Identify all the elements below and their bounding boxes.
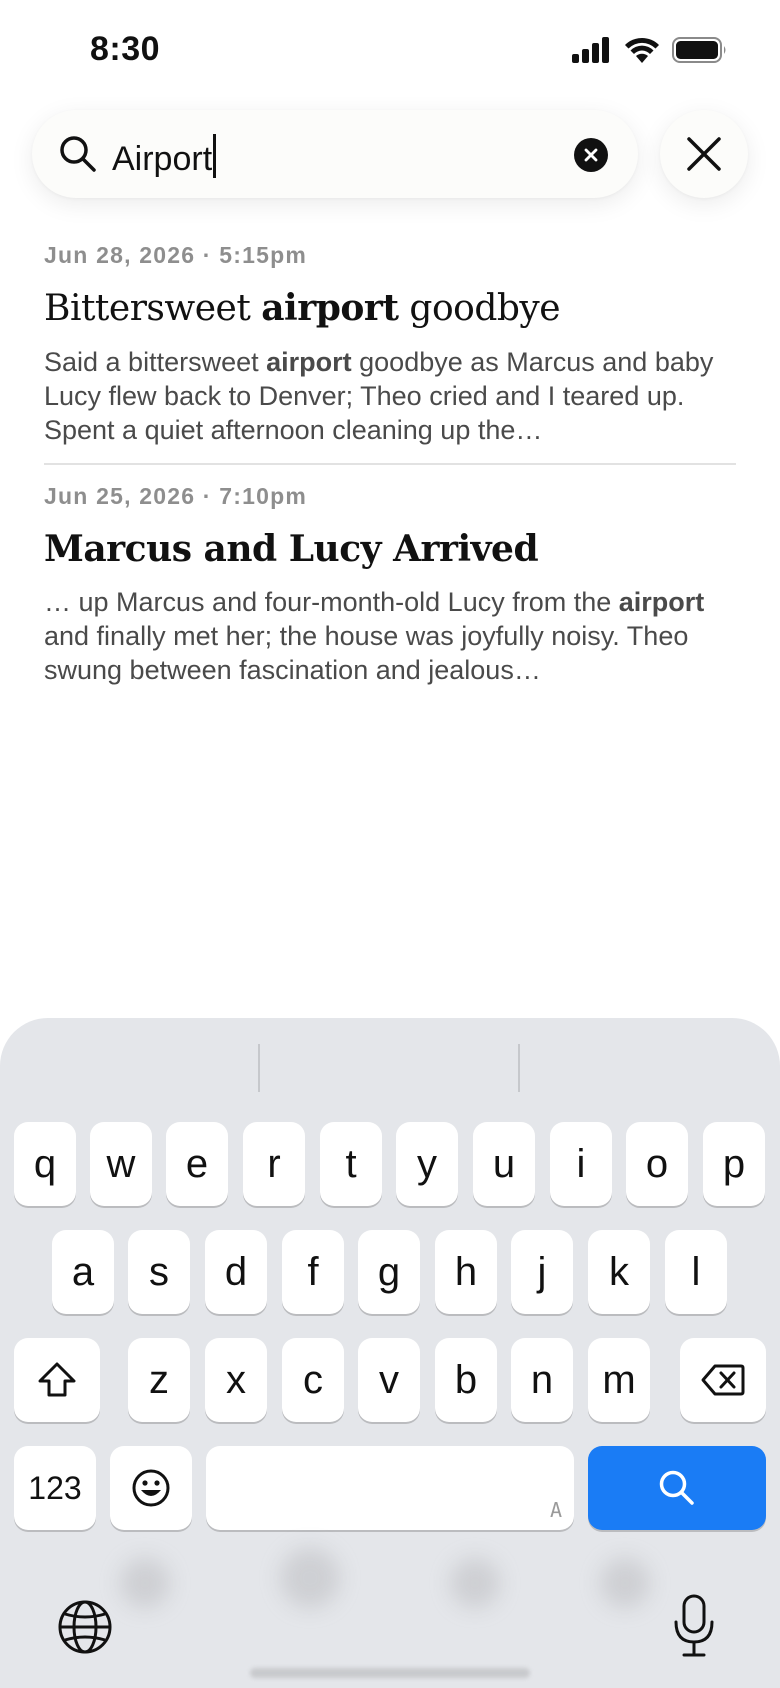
snippet-match: airport (266, 347, 352, 377)
snippet-text: … up Marcus and four-month-old Lucy from… (44, 587, 619, 617)
snippet-text: and finally met her; the house was joyfu… (44, 621, 689, 685)
key-i[interactable]: i (550, 1122, 612, 1206)
key-b[interactable]: b (435, 1338, 497, 1422)
backspace-icon (701, 1364, 745, 1396)
key-k[interactable]: k (588, 1230, 650, 1314)
emoji-icon (132, 1469, 170, 1507)
result-snippet: Said a bittersweet airport goodbye as Ma… (44, 345, 736, 447)
key-u[interactable]: u (473, 1122, 535, 1206)
key-t[interactable]: t (320, 1122, 382, 1206)
key-c[interactable]: c (282, 1338, 344, 1422)
suggestion-bar (0, 1018, 780, 1118)
result-title: Marcus and Lucy Arrived (44, 528, 539, 570)
search-field[interactable]: Airport (32, 110, 638, 198)
home-indicator (250, 1668, 530, 1678)
globe-button[interactable] (56, 1598, 114, 1656)
key-g[interactable]: g (358, 1230, 420, 1314)
close-icon (687, 137, 721, 171)
status-bar: 8:30 (0, 0, 780, 100)
text-caret (213, 134, 217, 178)
search-result-item[interactable]: Jun 25, 2026 · 7:10pm Marcus and Lucy Ar… (44, 463, 736, 703)
key-e[interactable]: e (166, 1122, 228, 1206)
key-n[interactable]: n (511, 1338, 573, 1422)
key-x[interactable]: x (205, 1338, 267, 1422)
keyboard: q w e r t y u i o p a s d f g h j k l z … (0, 1018, 780, 1688)
result-title-text: Bittersweet (44, 288, 262, 329)
suggestion-divider (518, 1044, 520, 1092)
search-input[interactable]: Airport (112, 134, 217, 179)
key-f[interactable]: f (282, 1230, 344, 1314)
search-icon (60, 136, 96, 172)
blurred-shape (120, 1558, 170, 1608)
clear-search-button[interactable] (574, 138, 608, 172)
key-h[interactable]: h (435, 1230, 497, 1314)
key-d[interactable]: d (205, 1230, 267, 1314)
result-snippet: … up Marcus and four-month-old Lucy from… (44, 585, 736, 687)
search-result-item[interactable]: Jun 28, 2026 · 5:15pm Bittersweet airpor… (44, 240, 736, 463)
key-q[interactable]: q (14, 1122, 76, 1206)
key-a[interactable]: a (52, 1230, 114, 1314)
clear-circle-icon (584, 148, 598, 162)
status-time: 8:30 (90, 30, 161, 68)
snippet-match: airport (618, 587, 705, 617)
delete-key[interactable] (680, 1338, 766, 1422)
microphone-icon (674, 1594, 714, 1657)
key-v[interactable]: v (358, 1338, 420, 1422)
shift-icon (38, 1362, 76, 1397)
blurred-shape (600, 1558, 650, 1608)
key-r[interactable]: r (243, 1122, 305, 1206)
blurred-shape (450, 1558, 500, 1608)
result-title-text: goodbye (398, 288, 561, 329)
wifi-icon (625, 37, 659, 63)
result-date: Jun 28, 2026 · 5:15pm (44, 242, 307, 268)
key-w[interactable]: w (90, 1122, 152, 1206)
close-search-button[interactable] (660, 110, 748, 198)
search-icon (659, 1470, 694, 1505)
search-input-value: Airport (112, 140, 213, 178)
key-y[interactable]: y (396, 1122, 458, 1206)
search-area: Airport (0, 96, 780, 214)
key-l[interactable]: l (665, 1230, 727, 1314)
blurred-shape (280, 1548, 340, 1608)
globe-icon (58, 1600, 112, 1654)
key-p[interactable]: p (703, 1122, 765, 1206)
status-icons (572, 36, 728, 64)
suggestion-divider (258, 1044, 260, 1092)
shift-key[interactable] (14, 1338, 100, 1422)
key-m[interactable]: m (588, 1338, 650, 1422)
key-o[interactable]: o (626, 1122, 688, 1206)
snippet-text: Said a bittersweet (44, 347, 267, 377)
key-j[interactable]: j (511, 1230, 573, 1314)
result-title-match: airport (261, 287, 399, 329)
battery-icon (672, 37, 726, 63)
result-title: Bittersweet airport goodbye (44, 286, 736, 331)
keyboard-bottom-bar (0, 1518, 780, 1688)
search-results-list: Jun 28, 2026 · 5:15pm Bittersweet airpor… (44, 240, 736, 703)
cellular-signal-icon (572, 37, 609, 63)
result-date: Jun 25, 2026 · 7:10pm (44, 483, 307, 509)
dictation-button[interactable] (672, 1594, 716, 1658)
key-z[interactable]: z (128, 1338, 190, 1422)
key-s[interactable]: s (128, 1230, 190, 1314)
